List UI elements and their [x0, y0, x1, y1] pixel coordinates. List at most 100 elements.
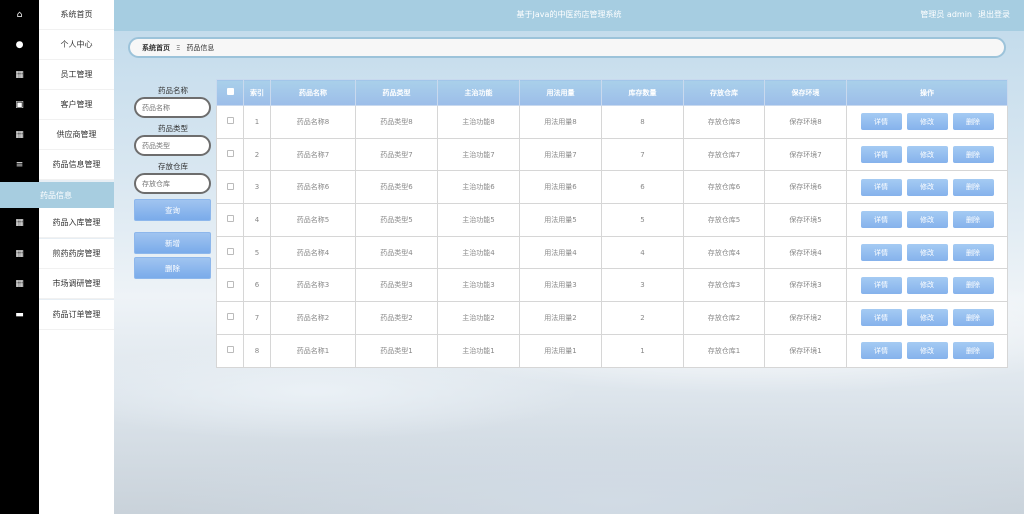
- edit-button[interactable]: 修改: [906, 276, 948, 294]
- type-search-input[interactable]: [134, 135, 211, 156]
- cell-func: 主治功能8: [437, 105, 520, 139]
- row-checkbox[interactable]: [226, 215, 234, 223]
- delete-button[interactable]: 删除: [952, 276, 994, 294]
- row-checkbox[interactable]: [226, 280, 234, 288]
- sidebar-item-orders[interactable]: ▬ 药品订单管理: [0, 300, 114, 330]
- row-checkbox-cell[interactable]: [216, 333, 244, 368]
- cell-stock: 8: [601, 105, 684, 139]
- row-checkbox-cell[interactable]: [216, 105, 244, 139]
- row-checkbox[interactable]: [226, 346, 234, 354]
- sidebar-item-medicine-info[interactable]: ≡ 药品信息管理: [0, 150, 114, 180]
- edit-button[interactable]: 修改: [906, 244, 948, 262]
- checkbox[interactable]: [226, 88, 234, 95]
- batch-delete-button[interactable]: 删除: [134, 257, 211, 279]
- add-button[interactable]: 新增: [134, 232, 211, 254]
- row-checkbox[interactable]: [226, 248, 234, 256]
- detail-button[interactable]: 详情: [860, 178, 902, 196]
- delete-button[interactable]: 删除: [952, 342, 994, 360]
- row-checkbox[interactable]: [226, 313, 234, 321]
- sidebar-item-decoction[interactable]: ▦ 煎药药房管理: [0, 239, 114, 269]
- row-checkbox-cell[interactable]: [216, 235, 244, 270]
- cell-warehouse: 存放仓库6: [683, 170, 765, 205]
- row-checkbox-cell[interactable]: [216, 268, 244, 303]
- sidebar-item-market-research[interactable]: ▦ 市场调研管理: [0, 269, 114, 299]
- cell-usage: 用法用量6: [519, 170, 602, 205]
- cell-stock: 5: [601, 203, 684, 237]
- cell-idx: 2: [243, 137, 271, 172]
- sidebar-item-suppliers[interactable]: ▦ 供应商管理: [0, 120, 114, 150]
- type-label: 药品类型: [158, 124, 188, 133]
- sidebar-item-customers[interactable]: ▣ 客户管理: [0, 90, 114, 120]
- row-checkbox-cell[interactable]: [216, 137, 244, 172]
- detail-button[interactable]: 详情: [860, 342, 902, 360]
- grid-icon: ▦: [15, 218, 24, 228]
- cell-type: 药品类型4: [355, 235, 438, 270]
- search-panel: 药品名称 药品类型 存放仓库 查询 新增 删除: [134, 85, 212, 279]
- sidebar-item-home[interactable]: ⌂ 系统首页: [0, 0, 114, 30]
- edit-button[interactable]: 修改: [906, 342, 948, 360]
- list-icon: ≡: [15, 160, 24, 170]
- cell-stock: 6: [601, 170, 684, 205]
- edit-button[interactable]: 修改: [906, 211, 948, 229]
- cell-type: 药品类型7: [355, 137, 438, 172]
- edit-button[interactable]: 修改: [906, 146, 948, 164]
- sidebar-item-label: 药品订单管理: [39, 300, 114, 330]
- row-checkbox-cell[interactable]: [216, 301, 244, 335]
- grid-icon: ▦: [15, 249, 24, 259]
- sidebar-item-label: 个人中心: [39, 30, 114, 60]
- sidebar-item-profile[interactable]: ● 个人中心: [0, 30, 114, 60]
- table-row: 2 药品名称7 药品类型7 主治功能7 用法用量7 7 存放仓库7 保存环境7 详情 修改 删除: [216, 137, 1008, 172]
- delete-button[interactable]: 删除: [952, 244, 994, 262]
- row-checkbox[interactable]: [226, 117, 234, 125]
- detail-button[interactable]: 详情: [860, 211, 902, 229]
- edit-button[interactable]: 修改: [906, 178, 948, 196]
- edit-button[interactable]: 修改: [906, 309, 948, 327]
- delete-button[interactable]: 删除: [952, 211, 994, 229]
- actions-cell: 详情 修改 删除: [846, 137, 1008, 172]
- sidebar-item-label: 供应商管理: [39, 120, 114, 150]
- warehouse-search-input[interactable]: [134, 173, 211, 194]
- sidebar-item-stock-in[interactable]: ▦ 药品入库管理: [0, 208, 114, 238]
- grid-icon: ▦: [15, 130, 24, 140]
- column-header: 索引: [243, 79, 271, 106]
- column-header: 药品类型: [355, 79, 438, 106]
- detail-button[interactable]: 详情: [860, 146, 902, 164]
- sidebar-subitem-medicine-info[interactable]: 药品信息: [0, 182, 114, 208]
- cell-warehouse: 存放仓库4: [683, 235, 765, 270]
- delete-button[interactable]: 删除: [952, 309, 994, 327]
- cell-env: 保存环境2: [764, 301, 847, 335]
- row-checkbox-cell[interactable]: [216, 203, 244, 237]
- select-all-checkbox[interactable]: [216, 79, 244, 106]
- table-row: 1 药品名称8 药品类型8 主治功能8 用法用量8 8 存放仓库8 保存环境8 详情 修改 删除: [216, 105, 1008, 139]
- query-button[interactable]: 查询: [134, 199, 211, 221]
- sidebar-subitem-label: 药品信息: [40, 190, 72, 200]
- delete-button[interactable]: 删除: [952, 113, 994, 131]
- row-checkbox-cell[interactable]: [216, 170, 244, 205]
- sidebar: ⌂ 系统首页 ● 个人中心 ▦ 员工管理 ▣ 客户管理 ▦ 供应商管理 ≡ 药品…: [0, 0, 114, 514]
- detail-button[interactable]: 详情: [860, 113, 902, 131]
- breadcrumb: 系统首页 Ξ 药品信息: [128, 37, 1006, 58]
- edit-button[interactable]: 修改: [906, 113, 948, 131]
- name-label: 药品名称: [158, 86, 188, 95]
- cell-type: 药品类型6: [355, 170, 438, 205]
- breadcrumb-current: 药品信息: [186, 43, 215, 52]
- cell-func: 主治功能2: [437, 301, 520, 335]
- cell-idx: 6: [243, 268, 271, 303]
- detail-button[interactable]: 详情: [860, 309, 902, 327]
- sidebar-item-label: 药品信息管理: [39, 150, 114, 180]
- current-user: 管理员 admin: [920, 10, 972, 19]
- row-checkbox[interactable]: [226, 182, 234, 190]
- cell-idx: 7: [243, 301, 271, 335]
- delete-button[interactable]: 删除: [952, 178, 994, 196]
- delete-button[interactable]: 删除: [952, 146, 994, 164]
- detail-button[interactable]: 详情: [860, 276, 902, 294]
- table-row: 4 药品名称5 药品类型5 主治功能5 用法用量5 5 存放仓库5 保存环境5 详情 修改 删除: [216, 203, 1008, 237]
- sidebar-item-employees[interactable]: ▦ 员工管理: [0, 60, 114, 90]
- warehouse-label: 存放仓库: [158, 162, 188, 171]
- sidebar-item-label: 客户管理: [39, 90, 114, 120]
- row-checkbox[interactable]: [226, 150, 234, 158]
- logout-link[interactable]: 退出登录: [978, 9, 1010, 20]
- detail-button[interactable]: 详情: [860, 244, 902, 262]
- breadcrumb-home[interactable]: 系统首页: [142, 43, 170, 53]
- name-search-input[interactable]: [134, 97, 211, 118]
